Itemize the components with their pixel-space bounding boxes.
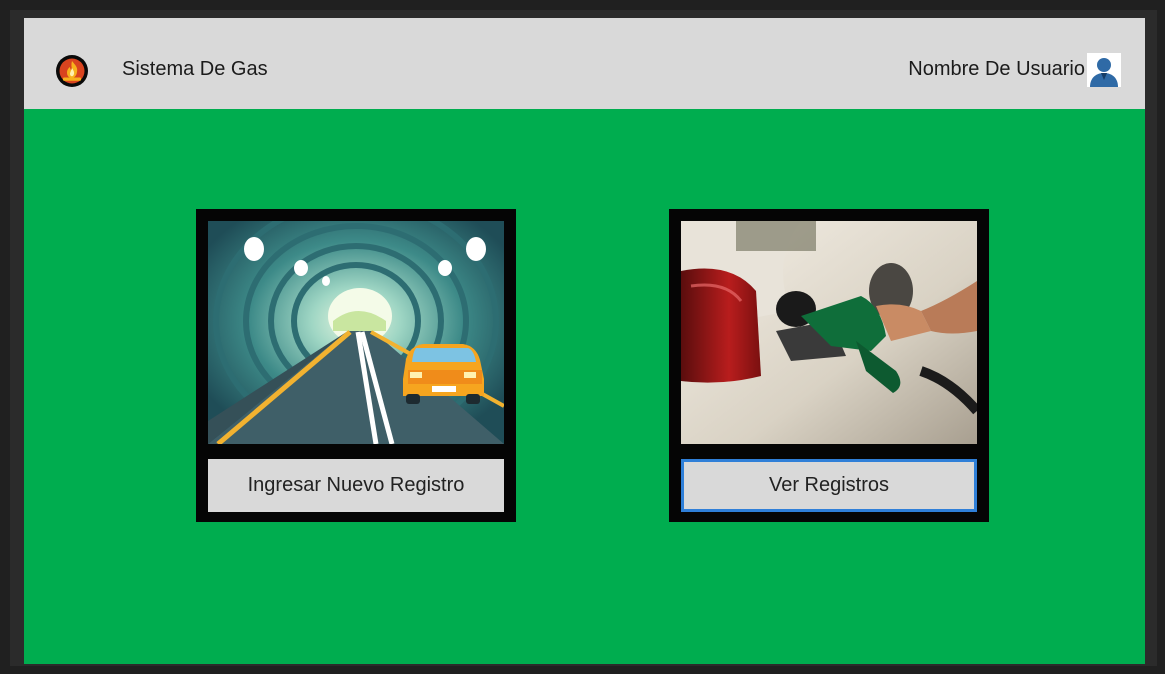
view-records-button[interactable]: Ver Registros <box>681 459 977 512</box>
tunnel-car-image <box>208 221 504 444</box>
app-frame: Sistema De Gas Nombre De Usuario Ingresa… <box>10 10 1157 666</box>
fuel-nozzle-image <box>681 221 977 444</box>
new-record-button[interactable]: Ingresar Nuevo Registro <box>208 459 504 512</box>
user-name-label: Nombre De Usuario <box>908 58 1085 80</box>
app-window: Sistema De Gas Nombre De Usuario Ingresa… <box>24 18 1145 664</box>
header-bar: Sistema De Gas Nombre De Usuario <box>24 18 1145 109</box>
new-record-card: Ingresar Nuevo Registro <box>196 209 516 522</box>
view-records-card: Ver Registros <box>669 209 989 522</box>
gas-flame-logo-icon[interactable] <box>55 54 89 88</box>
app-title: Sistema De Gas <box>122 58 268 80</box>
user-avatar-icon[interactable] <box>1087 53 1121 87</box>
